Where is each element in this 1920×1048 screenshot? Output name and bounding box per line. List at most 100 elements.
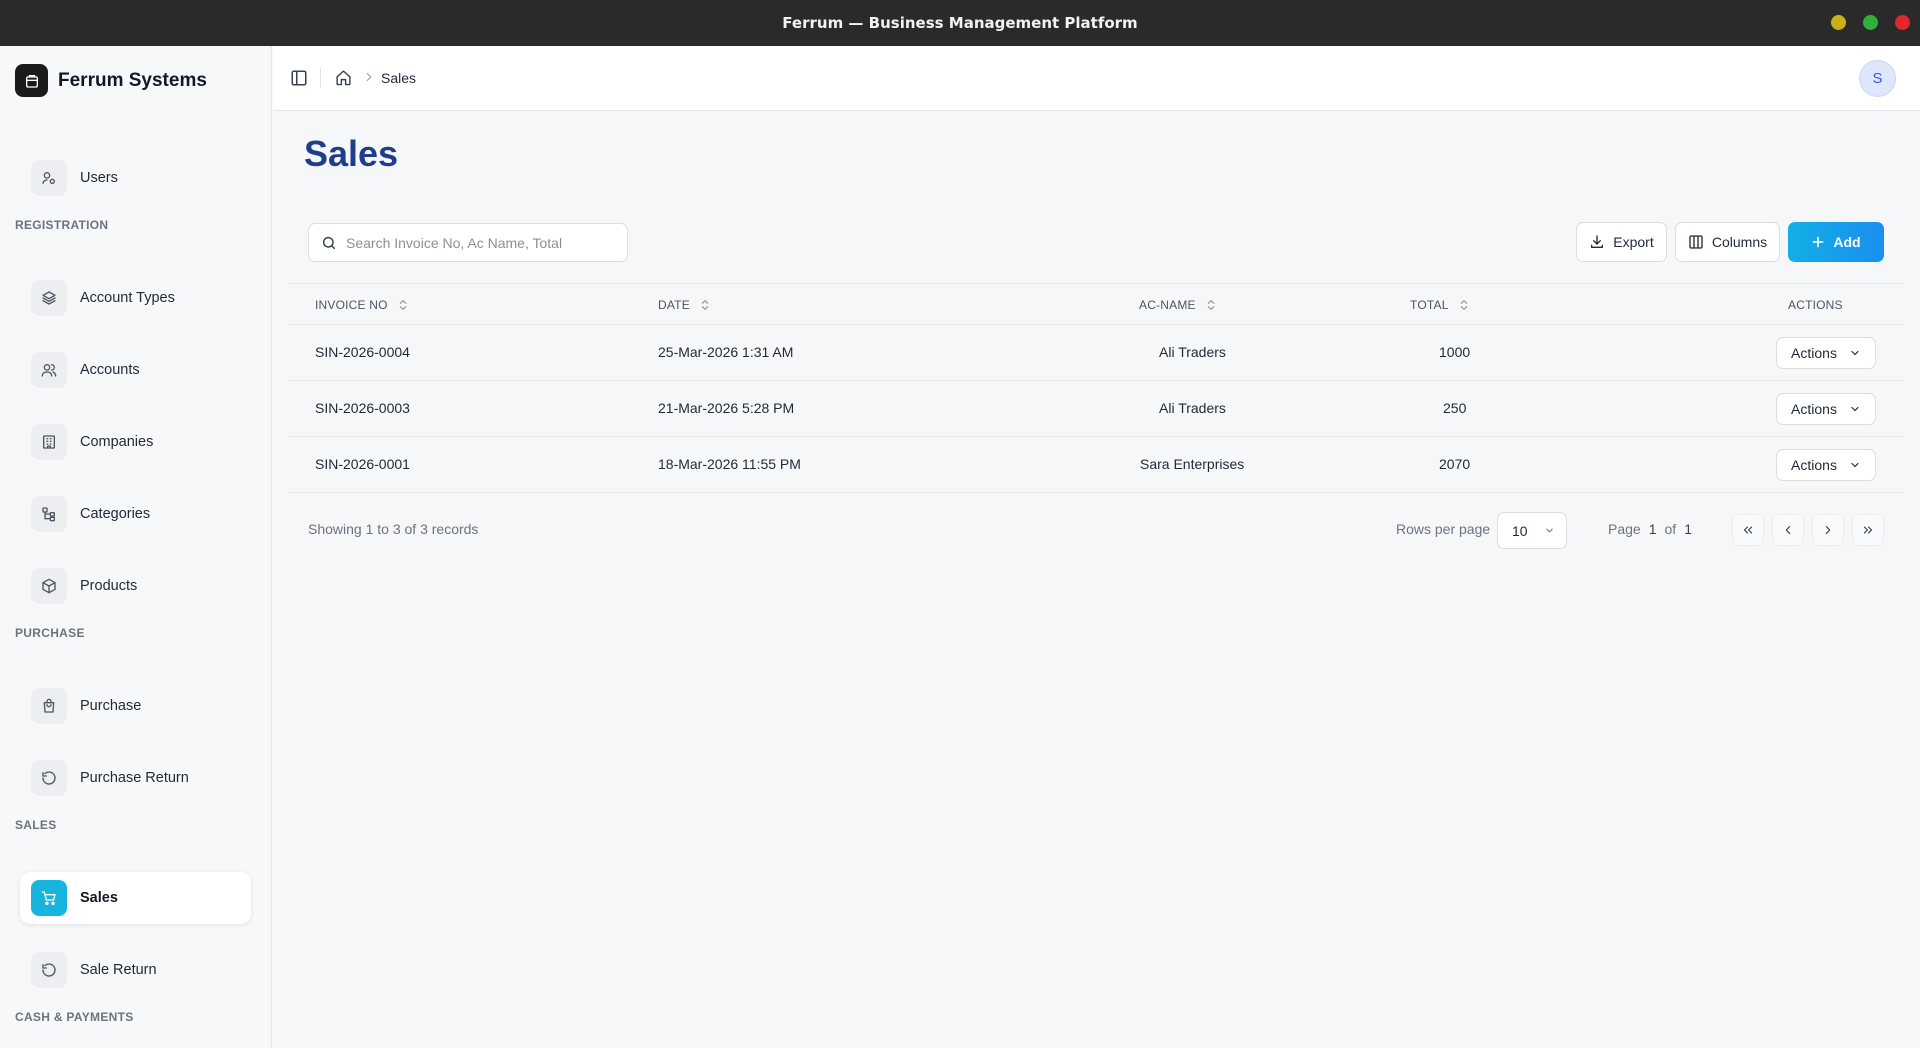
page-label: Page: [1608, 521, 1641, 537]
section-registration: REGISTRATION: [15, 218, 109, 232]
sort-icon: [701, 299, 709, 311]
table-row[interactable]: SIN-2026-0004 25-Mar-2026 1:31 AM Ali Tr…: [288, 325, 1904, 381]
actions-label: Actions: [1791, 457, 1837, 473]
sort-icon: [1207, 299, 1215, 311]
column-header-label: DATE: [658, 298, 690, 312]
sidebar-item-account-types[interactable]: Account Types: [20, 272, 251, 324]
sort-icon: [1460, 299, 1467, 311]
sidebar-item-label: Accounts: [80, 362, 140, 378]
cart-icon: [31, 880, 67, 916]
row-actions-button[interactable]: Actions: [1776, 449, 1876, 481]
layers-icon: [31, 280, 67, 316]
sidebar-item-label: Purchase: [80, 698, 142, 714]
chevrons-left-icon: [1743, 526, 1753, 534]
page-title: Sales: [304, 133, 399, 174]
sidebar-item-label: Products: [80, 578, 138, 594]
rows-per-page-select[interactable]: 10: [1497, 512, 1567, 549]
current-page: 1: [1648, 521, 1657, 537]
cell-invoice: SIN-2026-0003: [315, 400, 410, 416]
cell-invoice: SIN-2026-0004: [315, 344, 410, 360]
column-header-invoice[interactable]: INVOICE NO: [315, 298, 409, 312]
sidebar-item-companies[interactable]: Companies: [20, 416, 251, 468]
sidebar-item-accounts[interactable]: Accounts: [20, 344, 251, 396]
sidebar-item-sale-return[interactable]: Sale Return: [20, 944, 251, 996]
sort-icon: [399, 299, 407, 311]
brand[interactable]: Ferrum Systems: [15, 64, 207, 97]
package-icon: [31, 568, 67, 604]
sidebar-toggle-icon[interactable]: [290, 69, 308, 87]
next-page-button[interactable]: [1812, 514, 1844, 546]
download-icon: [1591, 235, 1604, 248]
sidebar-item-categories[interactable]: Categories: [20, 488, 251, 540]
total-pages: 1: [1684, 521, 1692, 537]
cell-date: 21-Mar-2026 5:28 PM: [658, 400, 795, 416]
search-icon: [322, 236, 336, 249]
sidebar-item-users[interactable]: Users: [20, 152, 251, 204]
table-header: INVOICE NO DATE AC-NAME TOTAL ACTIONS: [288, 283, 1904, 325]
cell-date: 18-Mar-2026 11:55 PM: [658, 456, 801, 472]
rotate-ccw-icon: [31, 760, 67, 796]
page-indicator: Page 1 of 1: [1608, 521, 1692, 537]
of-label: of: [1664, 521, 1677, 537]
sidebar-item-products[interactable]: Products: [20, 560, 251, 612]
rows-per-page-label: Rows per page: [1396, 521, 1491, 537]
first-page-button[interactable]: [1732, 514, 1764, 546]
sidebar-item-label: Purchase Return: [80, 770, 189, 786]
chevrons-right-icon: [1863, 526, 1873, 534]
rows-per-page-value: 10: [1512, 522, 1528, 539]
chevron-down-icon: [1851, 406, 1859, 412]
export-button[interactable]: Export: [1576, 222, 1667, 262]
row-actions-button[interactable]: Actions: [1776, 393, 1876, 425]
columns-icon: [1689, 235, 1703, 249]
cell-invoice: SIN-2026-0001: [315, 456, 410, 472]
chevron-down-icon: [1545, 528, 1553, 533]
search-input[interactable]: [346, 234, 606, 251]
column-header-total[interactable]: TOTAL: [1410, 298, 1470, 312]
column-header-label: INVOICE NO: [315, 298, 388, 312]
chevron-down-icon: [1851, 350, 1859, 356]
search-box[interactable]: [308, 223, 628, 262]
top-header: Sales S: [273, 46, 1920, 111]
sidebar-item-label: Users: [80, 170, 118, 186]
maximize-button[interactable]: [1863, 15, 1878, 30]
sidebar-item-label: Companies: [80, 434, 154, 450]
columns-button[interactable]: Columns: [1675, 222, 1780, 262]
row-actions-button[interactable]: Actions: [1776, 337, 1876, 369]
table-row[interactable]: SIN-2026-0001 18-Mar-2026 11:55 PM Sara …: [288, 437, 1904, 493]
prev-page-button[interactable]: [1772, 514, 1804, 546]
column-header-acname[interactable]: AC-NAME: [1139, 298, 1217, 312]
shopping-bag-icon: [31, 688, 67, 724]
sidebar-item-label: Sales: [80, 890, 118, 906]
add-button[interactable]: Add: [1788, 222, 1884, 262]
cell-acname: Sara Enterprises: [1140, 456, 1245, 472]
section-purchase: PURCHASE: [15, 626, 85, 640]
breadcrumb-current: Sales: [381, 70, 417, 86]
sidebar-item-purchase-return[interactable]: Purchase Return: [20, 752, 251, 804]
divider: [320, 68, 321, 88]
cell-total: 2070: [1439, 456, 1471, 472]
columns-label: Columns: [1711, 234, 1768, 250]
last-page-button[interactable]: [1852, 514, 1884, 546]
sidebar-item-label: Sale Return: [80, 962, 157, 978]
sales-table: INVOICE NO DATE AC-NAME TOTAL ACTIONS SI…: [288, 283, 1904, 493]
sidebar-item-sales[interactable]: Sales: [20, 872, 251, 924]
column-header-actions: ACTIONS: [1788, 298, 1843, 312]
sidebar: Ferrum Systems Users REGISTRATION Accoun…: [0, 46, 272, 1048]
close-button[interactable]: [1895, 15, 1910, 30]
sidebar-item-purchase[interactable]: Purchase: [20, 680, 251, 732]
brand-name: Ferrum Systems: [58, 69, 207, 91]
window-titlebar: Ferrum — Business Management Platform: [0, 0, 1920, 46]
actions-label: Actions: [1791, 345, 1837, 361]
table-row[interactable]: SIN-2026-0003 21-Mar-2026 5:28 PM Ali Tr…: [288, 381, 1904, 437]
chevron-down-icon: [1851, 462, 1859, 468]
avatar[interactable]: S: [1859, 60, 1896, 97]
export-label: Export: [1613, 234, 1654, 250]
cell-total: 1000: [1439, 344, 1471, 360]
users-icon: [31, 160, 67, 196]
sidebar-item-label: Account Types: [80, 290, 175, 306]
column-header-date[interactable]: DATE: [658, 298, 711, 312]
home-icon[interactable]: [335, 69, 352, 86]
add-label: Add: [1833, 234, 1861, 250]
minimize-button[interactable]: [1831, 15, 1846, 30]
accounts-icon: [31, 352, 67, 388]
